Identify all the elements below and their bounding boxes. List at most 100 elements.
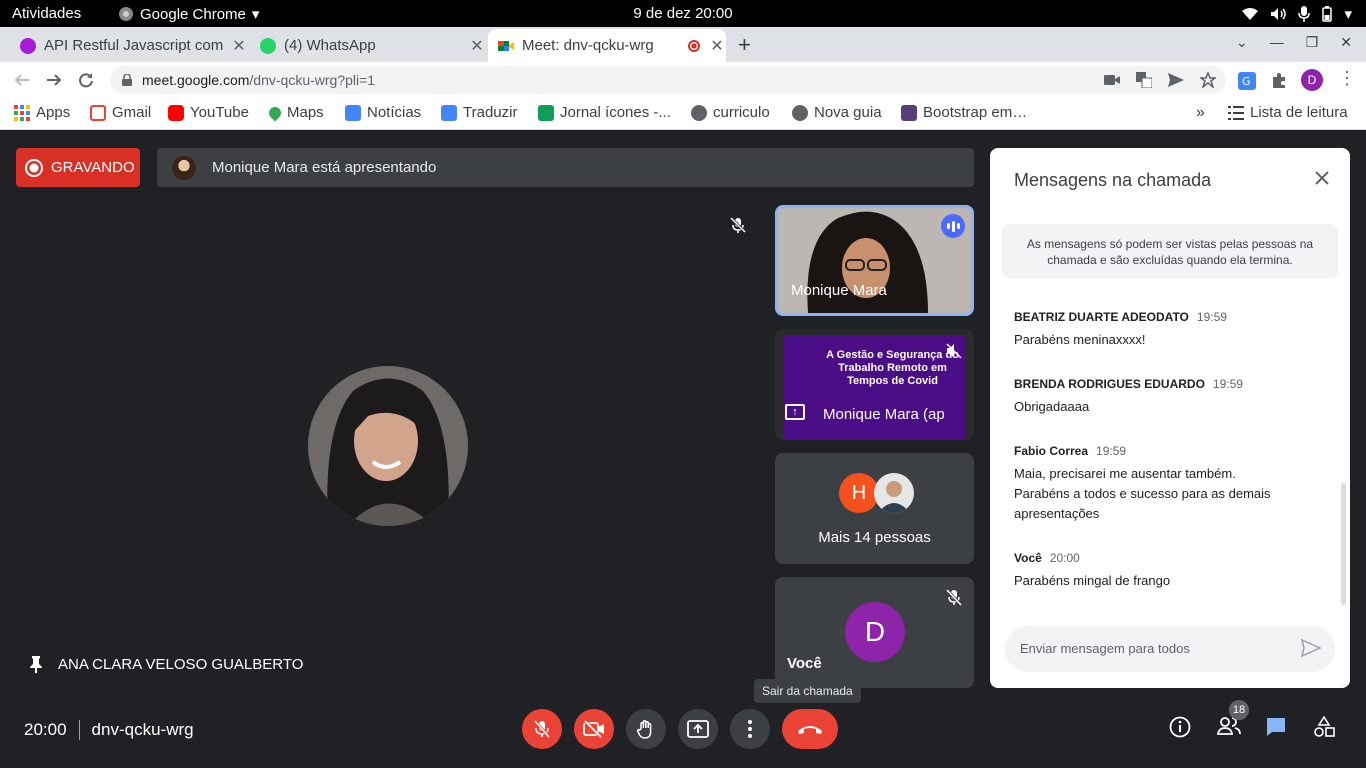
more-vertical-icon[interactable]: ⋮ — [1338, 68, 1356, 89]
maps-icon — [266, 104, 284, 121]
battery-icon — [1322, 6, 1333, 22]
camera-off-icon — [583, 720, 604, 738]
star-icon[interactable] — [1200, 72, 1216, 88]
leave-call-button[interactable] — [782, 709, 838, 749]
bookmark-jornal[interactable]: Jornal ícones -... — [538, 104, 671, 121]
system-tray[interactable]: ▾ — [1242, 5, 1352, 23]
chat-panel: Mensagens na chamada As mensagens só pod… — [990, 148, 1350, 688]
microphone-icon — [1298, 6, 1311, 22]
present-screen-icon — [687, 720, 709, 738]
meet-icon — [498, 40, 514, 51]
tab-meet[interactable]: Meet: dnv-qcku-wrg ✕ — [488, 29, 726, 62]
tab-search-icon[interactable]: ⌄ — [1236, 34, 1248, 51]
divider — [78, 720, 80, 740]
self-tile[interactable]: D Você — [775, 577, 974, 688]
bookmark-label: Apps — [36, 104, 71, 121]
bookmark-label: Traduzir — [463, 104, 518, 121]
reading-list[interactable]: Lista de leitura — [1228, 104, 1348, 121]
window-controls: ⌄ — ❐ ✕ — [1236, 34, 1352, 51]
camera-icon[interactable] — [1104, 74, 1120, 86]
globe-icon — [792, 104, 808, 121]
chat-input[interactable]: Enviar mensagem para todos — [1005, 626, 1335, 672]
close-icon[interactable]: ✕ — [708, 36, 726, 56]
present-screen-icon: ↑ — [785, 404, 805, 420]
jornal-icon — [538, 104, 554, 121]
wifi-icon — [1242, 8, 1259, 20]
bootstrap-icon — [901, 104, 917, 121]
reload-icon[interactable] — [78, 72, 94, 88]
activities-shapes-icon[interactable] — [1313, 716, 1335, 738]
translate-page-icon[interactable] — [1136, 72, 1152, 88]
mic-off-icon — [533, 720, 551, 738]
bookmark-maps[interactable]: Maps — [266, 104, 324, 121]
url-text: meet.google.com/dnv-qcku-wrg?pli=1 — [142, 72, 375, 88]
camera-toggle-button[interactable] — [574, 709, 614, 749]
whatsapp-icon — [260, 37, 276, 54]
participant-name: Monique Mara — [791, 282, 887, 299]
message-time: 19:59 — [1196, 310, 1227, 324]
main-participant-photo — [308, 366, 468, 526]
profile-avatar[interactable]: D — [1301, 69, 1323, 91]
more-bookmarks-icon[interactable]: » — [1196, 104, 1205, 122]
send-to-device-icon[interactable] — [1168, 73, 1184, 87]
more-people-label: Mais 14 pessoas — [818, 529, 931, 546]
control-bar: 20:00 dnv-qcku-wrg 18 — [0, 700, 1366, 768]
more-options-button[interactable] — [730, 709, 770, 749]
main-participant-name: ANA CLARA VELOSO GUALBERTO — [58, 655, 304, 673]
present-now-button[interactable] — [678, 709, 718, 749]
bookmark-traduzir[interactable]: Traduzir — [441, 104, 517, 121]
bookmark-label: Jornal ícones -... — [560, 104, 671, 121]
mic-toggle-button[interactable] — [522, 709, 562, 749]
close-icon[interactable] — [1314, 170, 1330, 186]
close-icon[interactable]: ✕ — [230, 36, 248, 56]
bookmark-nova-guia[interactable]: Nova guia — [792, 104, 882, 121]
bookmark-label: Notícias — [367, 104, 422, 121]
participant-tile-monique[interactable]: Monique Mara — [775, 205, 974, 316]
minimize-icon[interactable]: — — [1270, 34, 1284, 51]
close-icon[interactable]: ✕ — [468, 36, 486, 56]
chat-input-placeholder: Enviar mensagem para todos — [1020, 641, 1190, 656]
participant-name: Você — [787, 655, 822, 672]
bookmark-gmail[interactable]: Gmail — [90, 104, 151, 121]
more-people-tile[interactable]: H Mais 14 pessoas — [775, 453, 974, 564]
hand-icon — [637, 720, 652, 739]
bookmark-youtube[interactable]: YouTube — [168, 104, 249, 121]
send-icon[interactable] — [1301, 639, 1321, 657]
forward-icon[interactable] — [46, 72, 62, 88]
bookmark-bootstrap[interactable]: Bootstrap em… — [901, 104, 1027, 121]
new-tab-button[interactable]: + — [738, 32, 751, 58]
chat-message: Você 20:00 Parabéns mingal de frango — [1014, 551, 1314, 591]
google-translate-extension-icon[interactable]: G — [1238, 72, 1256, 90]
pin-icon[interactable] — [28, 655, 44, 673]
bookmark-noticias[interactable]: Notícias — [345, 104, 421, 121]
raise-hand-button[interactable] — [626, 709, 666, 749]
tab-whatsapp[interactable]: (4) WhatsApp ✕ — [252, 29, 486, 62]
presentation-tile[interactable]: A Gestão e Segurança do Trabalho Remoto … — [775, 329, 974, 440]
message-text: Parabéns meninaxxxx! — [1014, 332, 1146, 347]
muted-speaker-icon — [946, 343, 962, 359]
meet-stage: GRAVANDO Monique Mara está apresentando … — [0, 131, 1366, 768]
clock[interactable]: 9 de dez 20:00 — [0, 5, 1366, 22]
message-header: Fabio Correa 19:59 — [1014, 444, 1284, 458]
message-time: 19:59 — [1212, 377, 1243, 391]
recording-badge[interactable]: GRAVANDO — [16, 148, 140, 187]
muted-mic-icon — [728, 215, 748, 235]
chat-scrollbar[interactable] — [1341, 483, 1346, 605]
participants-count-badge: 18 — [1229, 700, 1249, 720]
tab-api-restful[interactable]: API Restful Javascript com ✕ — [12, 29, 248, 62]
message-sender: BEATRIZ DUARTE ADEODATO — [1014, 310, 1189, 324]
extensions-puzzle-icon[interactable] — [1271, 72, 1287, 88]
meeting-details-info-icon[interactable] — [1169, 716, 1191, 738]
bookmark-curriculo[interactable]: curriculo — [691, 104, 770, 121]
chat-icon[interactable] — [1265, 716, 1287, 738]
bookmark-apps[interactable]: Apps — [14, 104, 70, 121]
bookmark-label: YouTube — [190, 104, 249, 121]
message-text: Obrigadaaaa — [1014, 399, 1090, 414]
tab-title: Meet: dnv-qcku-wrg — [522, 37, 654, 54]
meeting-code: dnv-qcku-wrg — [91, 720, 194, 739]
back-icon[interactable] — [14, 72, 30, 88]
close-window-icon[interactable]: ✕ — [1340, 34, 1352, 51]
address-bar[interactable]: meet.google.com/dnv-qcku-wrg?pli=1 — [110, 66, 1226, 94]
maximize-icon[interactable]: ❐ — [1306, 34, 1319, 51]
message-sender: Fabio Correa — [1014, 444, 1089, 458]
